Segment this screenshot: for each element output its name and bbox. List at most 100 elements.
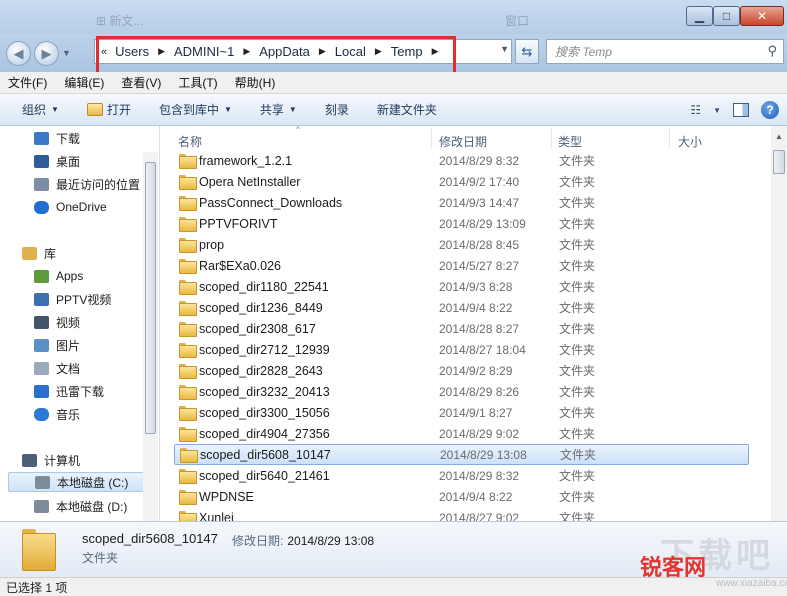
file-date-modified: 2014/8/29 13:09 <box>439 216 526 231</box>
column-divider[interactable] <box>551 128 552 148</box>
file-row[interactable]: framework_1.2.1 2014/8/29 8:32 文件夹 <box>174 150 749 171</box>
nav-item-desktop[interactable]: 桌面 <box>34 151 80 171</box>
include-in-library-button[interactable]: 包含到库中 ▼ <box>159 101 232 118</box>
open-button[interactable]: 打开 <box>86 101 131 118</box>
nav-item-libraries[interactable]: 库 <box>22 243 56 263</box>
chevron-down-icon: ▼ <box>223 105 232 114</box>
help-icon[interactable]: ? <box>761 101 779 119</box>
search-input[interactable]: 搜索 Temp ⚲ <box>546 39 784 64</box>
column-divider[interactable] <box>431 128 432 148</box>
menu-edit[interactable]: 编辑(E) <box>64 74 104 91</box>
address-bar[interactable]: « Users ▶ ADMINI~1 ▶ AppData ▶ Local ▶ T… <box>94 39 512 64</box>
menu-tools[interactable]: 工具(T) <box>178 74 217 91</box>
breadcrumb-separator-icon[interactable]: ▶ <box>243 46 250 57</box>
file-type: 文件夹 <box>559 322 596 336</box>
nav-pane-scrollbar[interactable] <box>143 152 158 521</box>
new-folder-button[interactable]: 新建文件夹 <box>377 101 437 118</box>
share-button[interactable]: 共享 ▼ <box>260 101 297 118</box>
view-dropdown-icon[interactable]: ▼ <box>713 106 721 115</box>
folder-icon <box>179 406 197 421</box>
file-name: scoped_dir1236_8449 <box>199 300 323 315</box>
column-type[interactable]: 类型 <box>558 133 582 150</box>
file-row[interactable]: scoped_dir2712_12939 2014/8/27 18:04 文件夹 <box>174 339 749 360</box>
column-size[interactable]: 大小 <box>678 133 702 150</box>
breadcrumb-separator-icon[interactable]: ▶ <box>375 46 382 57</box>
scroll-up-icon[interactable]: ▲ <box>775 132 783 141</box>
view-options-icon[interactable]: ☷ <box>690 103 701 117</box>
nav-item-drive-d[interactable]: 本地磁盘 (D:) <box>34 496 127 516</box>
file-row[interactable]: Xunlei 2014/8/27 9:02 文件夹 <box>174 507 749 521</box>
file-row[interactable]: scoped_dir3232_20413 2014/8/29 8:26 文件夹 <box>174 381 749 402</box>
file-row[interactable]: scoped_dir3300_15056 2014/9/1 8:27 文件夹 <box>174 402 749 423</box>
maximize-button[interactable]: □ <box>713 6 740 26</box>
file-row[interactable]: scoped_dir1180_22541 2014/9/3 8:28 文件夹 <box>174 276 749 297</box>
forward-button[interactable]: ▶ <box>34 41 59 66</box>
close-button[interactable]: ✕ <box>740 6 784 26</box>
nav-item-pictures[interactable]: 图片 <box>34 335 80 355</box>
file-row[interactable]: PassConnect_Downloads 2014/9/3 14:47 文件夹 <box>174 192 749 213</box>
file-row[interactable]: scoped_dir2308_617 2014/8/28 8:27 文件夹 <box>174 318 749 339</box>
refresh-button[interactable]: ⇆ <box>515 39 539 64</box>
column-date-modified[interactable]: 修改日期 <box>439 133 487 150</box>
file-row[interactable]: scoped_dir1236_8449 2014/9/4 8:22 文件夹 <box>174 297 749 318</box>
address-history-dropdown-icon[interactable]: ▼ <box>500 44 509 54</box>
breadcrumb: « Users ▶ ADMINI~1 ▶ AppData ▶ Local ▶ T… <box>95 44 447 59</box>
scrollbar-thumb[interactable] <box>145 162 156 434</box>
back-button[interactable]: ◀ <box>6 41 31 66</box>
breadcrumb-separator-icon[interactable]: ▶ <box>432 46 439 57</box>
nav-item-downloads[interactable]: 下载 <box>34 128 80 148</box>
computer-icon <box>22 453 37 467</box>
file-date-modified: 2014/8/29 9:02 <box>439 426 520 441</box>
menu-file[interactable]: 文件(F) <box>8 74 47 91</box>
column-divider[interactable] <box>669 128 670 148</box>
breadcrumb-separator-icon[interactable]: ▶ <box>319 46 326 57</box>
nav-item-onedrive[interactable]: OneDrive <box>34 197 107 217</box>
file-row[interactable]: PPTVFORIVT 2014/8/29 13:09 文件夹 <box>174 213 749 234</box>
file-row[interactable]: scoped_dir5640_21461 2014/8/29 8:32 文件夹 <box>174 465 749 486</box>
nav-item-drive-c[interactable]: 本地磁盘 (C:) <box>8 472 148 492</box>
nav-item-music[interactable]: 音乐 <box>34 404 80 424</box>
organize-button[interactable]: 组织 ▼ <box>22 101 59 118</box>
file-type: 文件夹 <box>559 490 596 504</box>
breadcrumb-item-appdata[interactable]: AppData <box>259 44 310 59</box>
organize-label: 组织 <box>22 103 47 117</box>
search-icon[interactable]: ⚲ <box>767 43 777 59</box>
nav-item-videos[interactable]: 视频 <box>34 312 80 332</box>
navigation-pane: 下载 桌面 最近访问的位置 OneDrive 库 Apps PPTV视频 视频 … <box>0 126 160 521</box>
file-row[interactable]: Rar$EXa0.026 2014/5/27 8:27 文件夹 <box>174 255 749 276</box>
file-list-scrollbar[interactable]: ▲ <box>771 126 787 521</box>
breadcrumb-item-admini[interactable]: ADMINI~1 <box>174 44 234 59</box>
recent-pages-dropdown[interactable]: ▼ <box>62 48 71 58</box>
breadcrumb-item-users[interactable]: Users <box>115 44 149 59</box>
file-row[interactable]: Opera NetInstaller 2014/9/2 17:40 文件夹 <box>174 171 749 192</box>
burn-button[interactable]: 刻录 <box>325 101 349 118</box>
nav-item-apps[interactable]: Apps <box>34 266 83 286</box>
folder-icon <box>179 385 197 400</box>
breadcrumb-separator-icon[interactable]: ▶ <box>158 46 165 57</box>
nav-item-xunlei-downloads[interactable]: 迅雷下载 <box>34 381 104 401</box>
folder-icon <box>179 469 197 484</box>
nav-item-label: 本地磁盘 (C:) <box>57 475 129 490</box>
breadcrumb-item-local[interactable]: Local <box>335 44 366 59</box>
file-row[interactable]: scoped_dir2828_2643 2014/9/2 8:29 文件夹 <box>174 360 749 381</box>
file-row[interactable]: scoped_dir4904_27356 2014/8/29 9:02 文件夹 <box>174 423 749 444</box>
nav-item-label: 本地磁盘 (D:) <box>56 499 128 514</box>
file-row[interactable]: prop 2014/8/28 8:45 文件夹 <box>174 234 749 255</box>
preview-pane-icon[interactable] <box>733 103 749 117</box>
chevron-down-icon: ▼ <box>288 105 297 114</box>
drive-icon <box>35 475 50 489</box>
file-name: scoped_dir2308_617 <box>199 321 316 336</box>
nav-item-computer[interactable]: 计算机 <box>22 450 80 470</box>
breadcrumb-item-temp[interactable]: Temp <box>391 44 423 59</box>
breadcrumb-overflow-icon[interactable]: « <box>101 46 107 58</box>
menu-view[interactable]: 查看(V) <box>121 74 161 91</box>
menu-help[interactable]: 帮助(H) <box>235 74 276 91</box>
column-name[interactable]: 名称 <box>178 133 202 150</box>
nav-item-documents[interactable]: 文档 <box>34 358 80 378</box>
nav-item-pptv[interactable]: PPTV视频 <box>34 289 111 309</box>
scrollbar-thumb[interactable] <box>773 150 785 174</box>
file-row[interactable]: WPDNSE 2014/9/4 8:22 文件夹 <box>174 486 749 507</box>
file-row[interactable]: scoped_dir5608_10147 2014/8/29 13:08 文件夹 <box>174 444 749 465</box>
minimize-button[interactable]: ▁ <box>686 6 713 26</box>
nav-item-recent-places[interactable]: 最近访问的位置 <box>34 174 140 194</box>
